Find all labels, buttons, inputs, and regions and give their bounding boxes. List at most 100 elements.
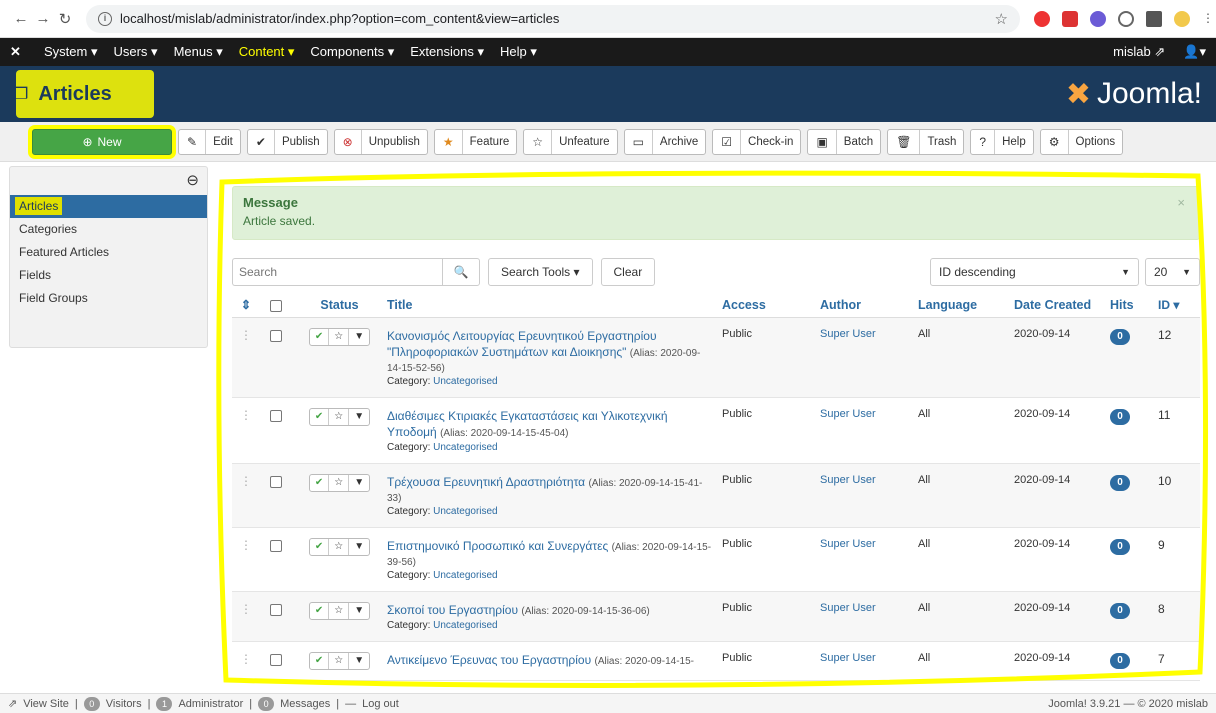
drag-handle-icon[interactable]: ⋮ <box>232 652 260 670</box>
actions-dropdown-icon[interactable]: ▼ <box>349 653 369 669</box>
actions-dropdown-icon[interactable]: ▼ <box>349 409 369 425</box>
menu-help[interactable]: Help ▾ <box>500 44 537 60</box>
col-author[interactable]: Author <box>820 298 918 312</box>
category-link[interactable]: Uncategorised <box>433 506 497 517</box>
actions-dropdown-icon[interactable]: ▼ <box>349 603 369 619</box>
featured-star-icon[interactable]: ☆ <box>329 603 350 619</box>
author-link[interactable]: Super User <box>820 538 918 581</box>
extension-purple-icon[interactable] <box>1090 10 1106 27</box>
view-site-link[interactable]: View Site <box>23 698 69 710</box>
search-tools-button[interactable]: Search Tools ▾ <box>488 258 593 286</box>
bookmark-star-icon[interactable]: ☆ <box>995 10 1008 28</box>
search-button[interactable]: 🔍 <box>442 258 480 286</box>
featured-star-icon[interactable]: ☆ <box>329 653 350 669</box>
menu-extensions[interactable]: Extensions ▾ <box>410 44 484 60</box>
extension-red-icon[interactable] <box>1062 10 1078 27</box>
trash-button[interactable]: 🗑 Trash <box>887 128 965 155</box>
drag-handle-icon[interactable]: ⋮ <box>232 408 260 453</box>
extension-circle-icon[interactable] <box>1118 10 1134 27</box>
opera-icon[interactable] <box>1034 10 1050 27</box>
col-access[interactable]: Access <box>722 298 820 312</box>
category-link[interactable]: Uncategorised <box>433 570 497 581</box>
drag-handle-icon[interactable]: ⋮ <box>232 602 260 631</box>
archive-button[interactable]: ▭ Archive <box>623 128 707 155</box>
author-link[interactable]: Super User <box>820 474 918 517</box>
article-title-link[interactable]: Σκοποί του Εργαστηρίου <box>387 603 518 617</box>
actions-dropdown-icon[interactable]: ▼ <box>349 329 369 345</box>
actions-dropdown-icon[interactable]: ▼ <box>349 539 369 555</box>
article-title-link[interactable]: Τρέχουσα Ερευνητική Δραστηριότητα <box>387 475 585 489</box>
user-menu-icon[interactable]: 👤▾ <box>1183 44 1206 60</box>
row-checkbox[interactable] <box>260 652 292 670</box>
menu-kebab-icon[interactable]: ⋮ <box>1202 11 1214 27</box>
menu-content[interactable]: Content ▾ <box>239 44 295 60</box>
col-hits[interactable]: Hits <box>1110 298 1158 312</box>
category-link[interactable]: Uncategorised <box>433 442 497 453</box>
new-button[interactable]: ⊕ New <box>32 128 172 155</box>
featured-star-icon[interactable]: ☆ <box>329 329 350 345</box>
author-link[interactable]: Super User <box>820 408 918 453</box>
publish-button[interactable]: ✔ Publish <box>246 128 328 155</box>
close-icon[interactable]: × <box>1177 195 1185 210</box>
featured-star-icon[interactable]: ☆ <box>329 475 350 491</box>
info-icon[interactable]: i <box>98 11 112 26</box>
actions-dropdown-icon[interactable]: ▼ <box>349 475 369 491</box>
row-checkbox[interactable] <box>260 408 292 453</box>
menu-system[interactable]: System ▾ <box>44 44 97 60</box>
col-language[interactable]: Language <box>918 298 1014 312</box>
select-all-checkbox[interactable] <box>260 298 292 312</box>
forward-icon[interactable]: → <box>32 10 54 27</box>
row-checkbox[interactable] <box>260 474 292 517</box>
drag-handle-icon[interactable]: ⋮ <box>232 474 260 517</box>
author-link[interactable]: Super User <box>820 602 918 631</box>
admin-label[interactable]: Administrator <box>178 698 243 710</box>
featured-star-icon[interactable]: ☆ <box>329 539 350 555</box>
published-check-icon[interactable]: ✔ <box>310 409 330 425</box>
reload-icon[interactable]: ↻ <box>54 10 76 28</box>
drag-handle-icon[interactable]: ⋮ <box>232 538 260 581</box>
sidebar-item-field-groups[interactable]: Field Groups <box>10 287 207 310</box>
author-link[interactable]: Super User <box>820 328 918 387</box>
drag-handle-icon[interactable]: ⋮ <box>232 328 260 387</box>
article-title-link[interactable]: Αντικείμενο Έρευνας του Εργαστηρίου <box>387 653 591 667</box>
unpublish-button[interactable]: ⊗ Unpublish <box>333 128 428 155</box>
menu-components[interactable]: Components ▾ <box>310 44 394 60</box>
unfeature-button[interactable]: ☆ Unfeature <box>523 128 618 155</box>
col-date-created[interactable]: Date Created <box>1014 298 1110 312</box>
puzzle-icon[interactable] <box>1146 10 1162 27</box>
menu-users[interactable]: Users ▾ <box>113 44 157 60</box>
options-button[interactable]: ⚙ Options <box>1039 128 1124 155</box>
clear-button[interactable]: Clear <box>600 258 656 286</box>
row-checkbox[interactable] <box>260 602 292 631</box>
edit-button[interactable]: ✎ Edit <box>178 128 241 155</box>
site-link[interactable]: mislab ⇗ <box>1113 44 1165 60</box>
sidebar-item-categories[interactable]: Categories <box>10 218 207 241</box>
visitors-label[interactable]: Visitors <box>106 698 142 710</box>
search-input[interactable] <box>232 258 442 286</box>
sidebar-item-articles[interactable]: Articles <box>10 195 207 218</box>
published-check-icon[interactable]: ✔ <box>310 653 330 669</box>
batch-button[interactable]: ▣ Batch <box>807 128 882 155</box>
published-check-icon[interactable]: ✔ <box>310 475 330 491</box>
list-limit-select[interactable]: 20 ▼ <box>1145 258 1200 286</box>
published-check-icon[interactable]: ✔ <box>310 329 330 345</box>
profile-avatar[interactable] <box>1174 10 1190 27</box>
checkin-button[interactable]: ☑ Check-in <box>712 128 802 155</box>
category-link[interactable]: Uncategorised <box>433 620 497 631</box>
menu-menus[interactable]: Menus ▾ <box>174 44 223 60</box>
col-id[interactable]: ID ▾ <box>1158 298 1200 312</box>
back-icon[interactable]: ← <box>10 10 32 27</box>
sidebar-item-featured-articles[interactable]: Featured Articles <box>10 241 207 264</box>
collapse-sidebar-icon[interactable]: ⊖ <box>186 171 199 189</box>
author-link[interactable]: Super User <box>820 652 918 670</box>
published-check-icon[interactable]: ✔ <box>310 539 330 555</box>
featured-star-icon[interactable]: ☆ <box>329 409 350 425</box>
logout-link[interactable]: Log out <box>362 698 399 710</box>
feature-button[interactable]: ★ Feature <box>433 128 518 155</box>
sidebar-item-fields[interactable]: Fields <box>10 264 207 287</box>
address-bar[interactable]: i localhost/mislab/administrator/index.p… <box>86 4 1020 33</box>
ordering-select[interactable]: ID descending ▼ <box>930 258 1139 286</box>
category-link[interactable]: Uncategorised <box>433 376 497 387</box>
row-checkbox[interactable] <box>260 538 292 581</box>
published-check-icon[interactable]: ✔ <box>310 603 330 619</box>
